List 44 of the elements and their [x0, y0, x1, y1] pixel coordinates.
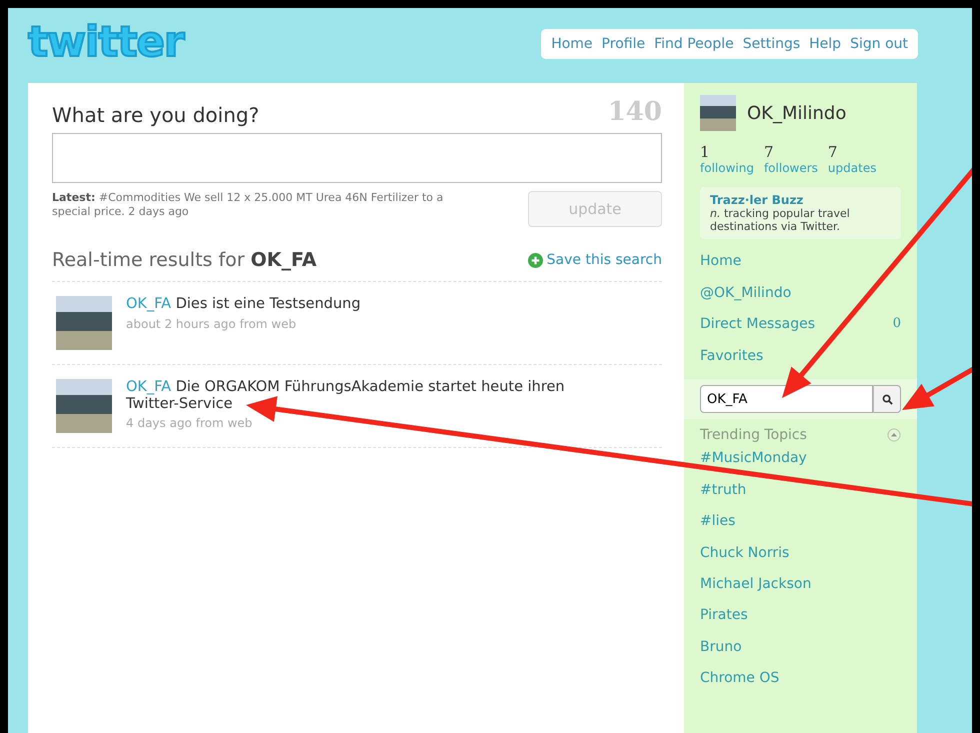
nav-link[interactable]: Sign out	[850, 36, 908, 52]
nav-link[interactable]: Home	[551, 36, 593, 52]
stat-link[interactable]: 7 followers	[764, 143, 818, 175]
stat-link[interactable]: 7 updates	[828, 143, 876, 175]
nav-link[interactable]: Find People	[654, 36, 734, 52]
trending-topic-link[interactable]: #truth	[700, 474, 901, 506]
trending-topic-link[interactable]: Bruno	[700, 632, 901, 664]
trending-topic-link[interactable]: Pirates	[700, 600, 901, 632]
tweet-text: OK_FA Dies ist eine Testsendung	[126, 296, 361, 313]
nav-link[interactable]: Help	[809, 36, 842, 52]
promo-text: n. tracking popular travel destinations via Twitter.	[710, 207, 851, 234]
trending-topic-link[interactable]: Chrome OS	[700, 663, 901, 694]
save-search-link[interactable]: Save this search	[528, 252, 662, 268]
username-link[interactable]: OK_FA	[126, 296, 172, 312]
avatar-photo-placeholder[interactable]	[56, 379, 112, 433]
results-heading: Real-time results for OK_FA	[52, 249, 317, 271]
stat-link[interactable]: 1 following	[700, 143, 754, 175]
avatar-photo-placeholder[interactable]	[56, 296, 112, 350]
tweet-text: OK_FA Die ORGAKOM FührungsAkademie startet heute ihren Twitter-Service	[126, 379, 566, 412]
trending-topic-link[interactable]: #lies	[700, 506, 901, 538]
search-button[interactable]	[873, 385, 901, 414]
sidebar-link[interactable]: Direct Messages	[700, 316, 816, 348]
latest-status-text: Latest: #Commodities We sell 12 x 25.000 MT Urea 46N Fertilizer to a special price. 2 days ago	[52, 191, 444, 220]
tweet-meta: 4 days ago from web	[126, 416, 254, 430]
trending-topic-link[interactable]: #MusicMonday	[700, 443, 901, 475]
nav-link[interactable]: Settings	[742, 36, 800, 52]
status-prompt: What are you doing?	[52, 103, 260, 127]
message-count: 0	[892, 316, 901, 334]
trending-topic-link[interactable]: Michael Jackson	[700, 568, 901, 600]
promo-title[interactable]: Trazz·ler Buzz	[710, 193, 891, 207]
username-link[interactable]: OK_FA	[126, 379, 172, 395]
trending-topic-link[interactable]: Chuck Norris	[700, 538, 901, 569]
sidebar-link[interactable]: Favorites	[700, 348, 764, 380]
trending-heading: Trending Topics	[700, 427, 807, 444]
search-icon	[882, 394, 892, 405]
sidebar-link[interactable]: Home	[700, 253, 742, 285]
avatar-photo-placeholder[interactable]	[700, 95, 736, 131]
nav-link[interactable]: Profile	[602, 36, 646, 52]
plus-circle-icon	[528, 252, 543, 268]
search-field[interactable]: OK_FA	[700, 385, 873, 414]
tweet-meta: about 2 hours ago from web	[126, 316, 298, 331]
sidebar-link[interactable]: @OK_Milindo	[700, 284, 792, 316]
username: OK_Milindo	[747, 102, 846, 124]
status-input-field[interactable]	[52, 133, 662, 183]
